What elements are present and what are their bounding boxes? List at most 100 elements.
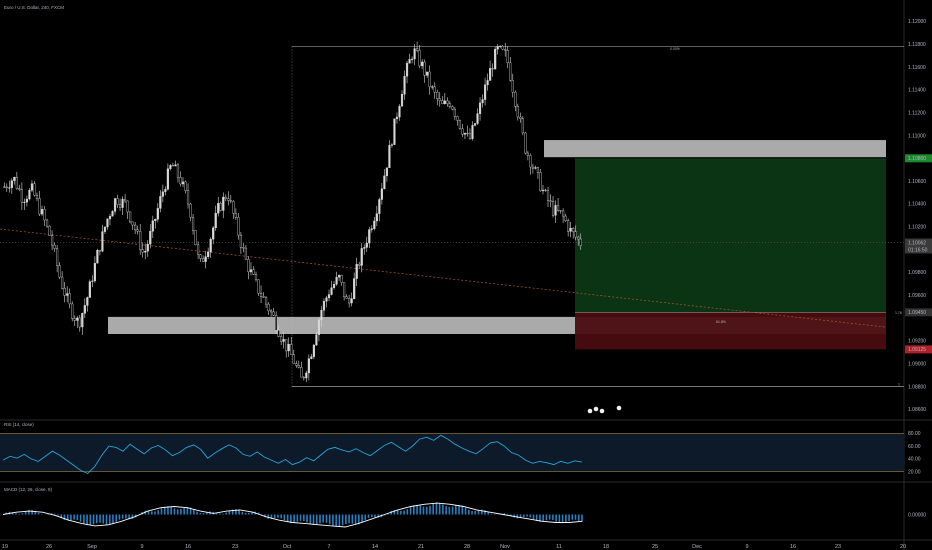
candle-body <box>171 165 175 167</box>
candle-body <box>431 86 434 88</box>
trading-chart[interactable]: Euro / U.S. Dollar, 240, FXCM RSI (14, c… <box>0 0 932 550</box>
candle-body <box>96 249 99 264</box>
candle-body <box>202 258 205 262</box>
candle-body <box>58 265 61 278</box>
time-axis-label: 21 <box>418 544 424 550</box>
price-axis-label: 1.09800 <box>908 270 926 276</box>
candle-body <box>483 84 487 100</box>
candle-body <box>111 211 114 217</box>
price-axis-label: 1.10600 <box>908 179 926 185</box>
candle-body <box>45 219 49 227</box>
candle-body <box>395 116 399 120</box>
candle-body <box>98 249 102 252</box>
time-axis-label: Oct <box>283 544 292 550</box>
time-axis-label: 26 <box>46 544 52 550</box>
event-marker-icon[interactable] <box>616 405 622 411</box>
candle-body <box>521 118 524 134</box>
candle-body <box>383 175 386 189</box>
event-marker-icon[interactable] <box>593 406 599 412</box>
candle-body <box>93 263 96 282</box>
candle-body <box>237 217 240 236</box>
candle-body <box>332 284 336 289</box>
candle-body <box>514 91 517 107</box>
candle-body <box>199 254 202 259</box>
time-axis-label: Sep <box>87 544 97 550</box>
candle-body <box>161 191 164 197</box>
candle-body <box>40 209 44 215</box>
candle-body <box>562 210 565 217</box>
candle-body <box>451 106 454 110</box>
candle-body <box>531 166 534 169</box>
candle-body <box>191 217 195 231</box>
candle-body <box>335 277 338 285</box>
candle-body <box>15 177 18 189</box>
candle-body <box>78 317 81 328</box>
candle-body <box>423 61 426 76</box>
candle-body <box>13 177 16 181</box>
candle-body <box>234 212 237 218</box>
candle-body <box>574 231 577 238</box>
candle-body <box>310 356 313 359</box>
loss-zone[interactable] <box>575 312 886 350</box>
candle-body <box>385 167 388 177</box>
candle-body <box>360 248 363 266</box>
price-axis-label: 1.08800 <box>908 384 926 390</box>
candle-body <box>312 344 315 357</box>
candle-body <box>353 278 356 299</box>
price-axis-label: 1.09450 <box>908 310 926 316</box>
time-axis-label: 28 <box>464 544 470 550</box>
candle-body <box>315 334 318 346</box>
event-marker-icon[interactable] <box>587 408 593 414</box>
candle-body <box>524 132 527 154</box>
price-axis-label: 1.08600 <box>908 407 926 413</box>
candle-body <box>494 48 497 70</box>
candle-body <box>368 229 371 244</box>
time-axis-label: 16 <box>790 544 796 550</box>
candle-body <box>33 183 36 196</box>
candle-body <box>108 216 112 220</box>
candle-body <box>403 76 406 95</box>
candle-body <box>103 226 107 232</box>
candle-body <box>325 297 328 302</box>
candle-body <box>189 203 192 218</box>
price-axis-label: 1.09200 <box>908 339 926 345</box>
candle-body <box>61 276 64 289</box>
candle-body <box>375 213 378 222</box>
candle-body <box>141 249 144 253</box>
candle-body <box>463 133 467 135</box>
rsi-pane[interactable] <box>0 433 904 475</box>
candle-body <box>134 224 137 231</box>
rsi-title: RSI (14, close) <box>4 422 34 427</box>
candle-body <box>476 113 479 124</box>
price-axis-label: 1.09125 <box>908 347 926 353</box>
price-axis-label: 1.10062 <box>908 240 926 246</box>
candle-body <box>471 125 474 139</box>
candle-body <box>290 344 293 355</box>
candle-body <box>277 330 280 337</box>
candle-body <box>317 319 321 335</box>
candle-body <box>481 99 484 104</box>
profit-zone[interactable] <box>575 158 886 313</box>
event-marker-icon[interactable] <box>599 408 605 414</box>
price-axis-label: 1.10800 <box>908 156 926 162</box>
candle-body <box>252 269 255 275</box>
candle-body <box>541 189 545 192</box>
time-axis-label: 19 <box>2 544 8 550</box>
candle-body <box>159 196 162 209</box>
candle-body <box>554 205 557 216</box>
candle-body <box>71 303 74 319</box>
candle-body <box>413 48 416 60</box>
candle-body <box>307 358 310 374</box>
candle-body <box>176 164 180 178</box>
candle-body <box>222 196 225 211</box>
candle-body <box>88 281 91 298</box>
candle-body <box>126 200 129 213</box>
candle-body <box>156 208 159 220</box>
candle-body <box>433 86 436 93</box>
rsi-band <box>0 433 904 472</box>
candle-body <box>219 203 222 211</box>
candle-body <box>421 61 424 67</box>
candle-body <box>536 167 540 173</box>
candle-body <box>473 123 477 126</box>
candle-body <box>393 118 396 145</box>
